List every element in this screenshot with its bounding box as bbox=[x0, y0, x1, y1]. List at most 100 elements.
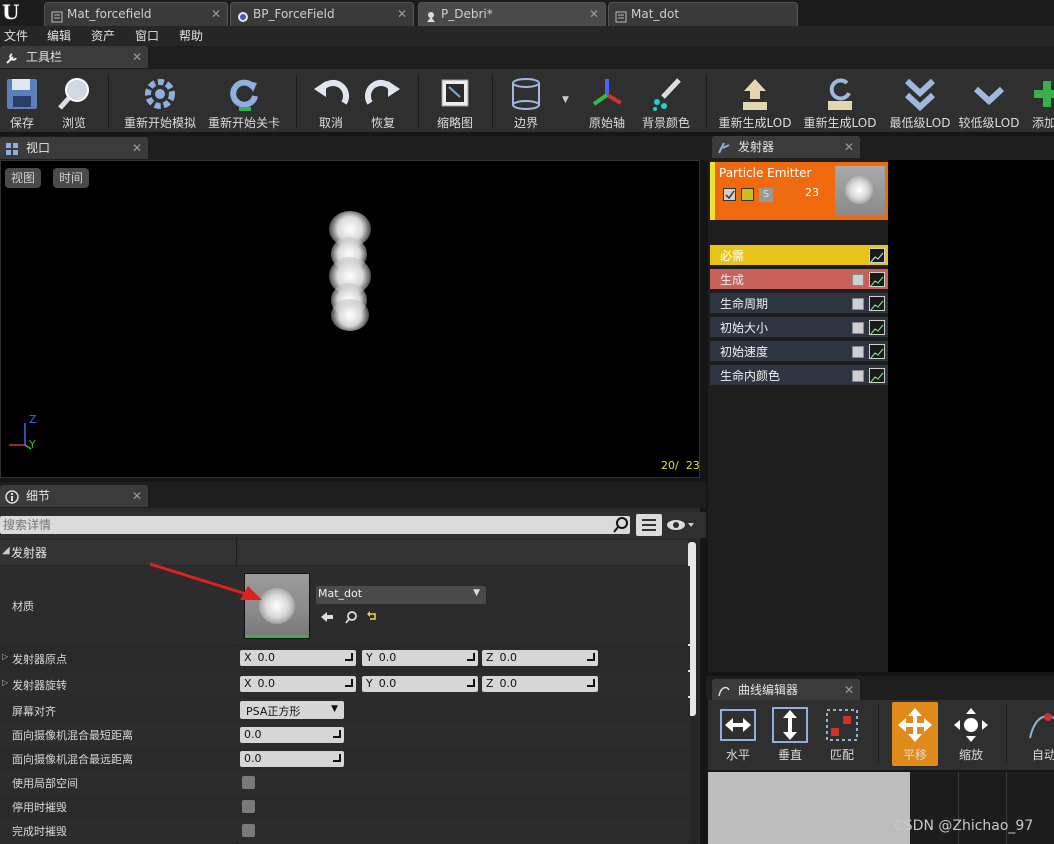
origin-z-field[interactable]: Z 0.0 bbox=[482, 650, 598, 666]
screen-align-select[interactable]: PSA正方形 ▼ bbox=[240, 701, 344, 719]
search-icon[interactable] bbox=[612, 516, 630, 534]
add-lod-button[interactable]: 添加 bbox=[1026, 71, 1054, 131]
origin-y-field[interactable]: Y 0.0 bbox=[362, 650, 478, 666]
close-icon[interactable]: ✕ bbox=[844, 136, 854, 158]
min-blend-field[interactable]: 0.0 bbox=[240, 727, 344, 743]
unreal-logo-icon[interactable]: U bbox=[0, 0, 40, 26]
kill-on-complete-checkbox[interactable] bbox=[242, 824, 255, 837]
zoom-button[interactable]: 缩放 bbox=[948, 702, 994, 766]
pan-button[interactable]: 平移 bbox=[892, 702, 938, 766]
lowest-lod-button[interactable]: 最低级LOD bbox=[884, 71, 956, 131]
tab-bp-forcefield[interactable]: BP_ForceField ✕ bbox=[230, 2, 414, 26]
local-space-checkbox[interactable] bbox=[242, 776, 255, 789]
regen-lod-refresh-icon bbox=[821, 75, 859, 113]
enable-checkbox[interactable] bbox=[723, 188, 736, 201]
max-blend-field[interactable]: 0.0 bbox=[240, 751, 344, 767]
thumbnail-button[interactable]: 缩略图 bbox=[428, 71, 482, 131]
browse-magnifier-icon[interactable] bbox=[344, 610, 358, 624]
property-matrix-icon[interactable] bbox=[636, 514, 662, 536]
expand-arrow-icon[interactable]: ▷ bbox=[2, 652, 8, 661]
tab-emitters[interactable]: 发射器 ✕ bbox=[712, 136, 860, 158]
view-button[interactable]: 视图 bbox=[5, 168, 42, 188]
curve-graph-icon[interactable] bbox=[869, 320, 885, 335]
close-icon[interactable]: ✕ bbox=[211, 3, 221, 25]
tab-details[interactable]: 细节 ✕ bbox=[0, 485, 148, 507]
menu-window[interactable]: 窗口 bbox=[135, 27, 159, 45]
close-icon[interactable]: ✕ bbox=[132, 46, 142, 68]
double-chevron-down-icon bbox=[901, 75, 939, 113]
tab-viewport[interactable]: 视口 ✕ bbox=[0, 137, 148, 159]
close-icon[interactable]: ✕ bbox=[132, 137, 142, 159]
module-enable-checkbox[interactable] bbox=[852, 370, 864, 382]
menu-file[interactable]: 文件 bbox=[4, 27, 28, 45]
rotation-y-field[interactable]: Y 0.0 bbox=[362, 676, 478, 692]
save-button[interactable]: 保存 bbox=[0, 71, 44, 131]
expand-arrow-icon[interactable]: ▷ bbox=[2, 678, 8, 687]
browse-button[interactable]: 浏览 bbox=[50, 71, 98, 131]
fit-button[interactable]: 匹配 bbox=[820, 702, 864, 766]
tab-mat-dot[interactable]: Mat_dot bbox=[608, 2, 798, 26]
module-spawn[interactable]: 生成 bbox=[710, 269, 888, 291]
toolbar-separator bbox=[706, 75, 707, 129]
tab-mat-forcefield[interactable]: Mat_forcefield ✕ bbox=[44, 2, 228, 26]
particle-viewport[interactable]: 视图 时间 Z Y 20/ 23 bbox=[0, 160, 700, 478]
regen-lod-button-1[interactable]: 重新生成LOD bbox=[714, 71, 796, 131]
bounds-button[interactable]: 边界 bbox=[500, 71, 552, 131]
module-enable-checkbox[interactable] bbox=[852, 274, 864, 286]
use-selected-arrow-icon[interactable] bbox=[320, 610, 334, 624]
regen-lod-button-2[interactable]: 重新生成LOD bbox=[800, 71, 880, 131]
rotation-x-field[interactable]: X 0.0 bbox=[240, 676, 356, 692]
section-header-emitter[interactable]: ◢ 发射器 bbox=[0, 540, 690, 566]
curve-track-list[interactable] bbox=[708, 772, 910, 844]
reset-to-default-icon[interactable] bbox=[366, 610, 378, 622]
kill-on-deactivate-checkbox[interactable] bbox=[242, 800, 255, 813]
module-initial-size[interactable]: 初始大小 bbox=[710, 317, 888, 339]
curve-graph-icon[interactable] bbox=[869, 272, 885, 287]
origin-x-field[interactable]: X 0.0 bbox=[240, 650, 356, 666]
tab-toolbar[interactable]: 工具栏 ✕ bbox=[0, 46, 148, 68]
curve-graph-icon[interactable] bbox=[869, 344, 885, 359]
menu-help[interactable]: 帮助 bbox=[179, 27, 203, 45]
module-initial-velocity[interactable]: 初始速度 bbox=[710, 341, 888, 363]
module-required[interactable]: 必需 bbox=[710, 245, 888, 267]
rotation-z-field[interactable]: Z 0.0 bbox=[482, 676, 598, 692]
module-lifetime[interactable]: 生命周期 bbox=[710, 293, 888, 315]
menu-asset[interactable]: 资产 bbox=[91, 27, 115, 45]
module-enable-checkbox[interactable] bbox=[852, 322, 864, 334]
restart-level-button[interactable]: 重新开始关卡 bbox=[204, 71, 284, 131]
material-combo[interactable]: Mat_dot ▼ bbox=[316, 586, 486, 604]
eye-visibility-icon[interactable] bbox=[666, 516, 696, 534]
curve-graph-icon[interactable] bbox=[869, 248, 885, 263]
undo-button[interactable]: 取消 bbox=[306, 71, 356, 131]
particle-emitter-header[interactable]: Particle Emitter S 23 bbox=[710, 162, 888, 220]
tab-curve-editor[interactable]: 曲线编辑器 ✕ bbox=[712, 679, 860, 701]
lowest-lod-label: 最低级LOD bbox=[889, 116, 951, 130]
background-color-button[interactable]: 背景颜色 bbox=[636, 71, 696, 131]
curve-graph-icon[interactable] bbox=[869, 296, 885, 311]
origin-axis-button[interactable]: 原始轴 bbox=[582, 71, 632, 131]
emitter-canvas[interactable] bbox=[888, 160, 1054, 672]
render-mode-icon[interactable] bbox=[741, 188, 754, 201]
restart-sim-button[interactable]: 重新开始模拟 bbox=[118, 71, 202, 131]
close-icon[interactable]: ✕ bbox=[397, 3, 407, 25]
curve-graph-icon[interactable] bbox=[869, 368, 885, 383]
menu-edit[interactable]: 编辑 bbox=[47, 27, 71, 45]
module-color-over-life[interactable]: 生命内颜色 bbox=[710, 365, 888, 387]
tab-p-debri[interactable]: P_Debri* ✕ bbox=[418, 2, 606, 26]
field-value: 0.0 bbox=[257, 651, 276, 664]
module-enable-checkbox[interactable] bbox=[852, 346, 864, 358]
redo-button[interactable]: 恢复 bbox=[358, 71, 408, 131]
auto-button[interactable]: 自动 bbox=[1018, 702, 1054, 766]
close-icon[interactable]: ✕ bbox=[589, 3, 599, 25]
solo-badge[interactable]: S bbox=[759, 188, 773, 202]
collapse-arrow-icon[interactable]: ◢ bbox=[2, 545, 10, 556]
close-icon[interactable]: ✕ bbox=[844, 679, 854, 701]
lower-lod-button[interactable]: 较低级LOD bbox=[956, 71, 1022, 131]
details-search-input[interactable] bbox=[0, 516, 630, 534]
close-icon[interactable]: ✕ bbox=[132, 485, 142, 507]
horizontal-button[interactable]: 水平 bbox=[716, 702, 760, 766]
time-button[interactable]: 时间 bbox=[53, 168, 90, 188]
module-enable-checkbox[interactable] bbox=[852, 298, 864, 310]
vertical-button[interactable]: 垂直 bbox=[768, 702, 812, 766]
bounds-dropdown-arrow-icon[interactable]: ▼ bbox=[562, 95, 569, 105]
